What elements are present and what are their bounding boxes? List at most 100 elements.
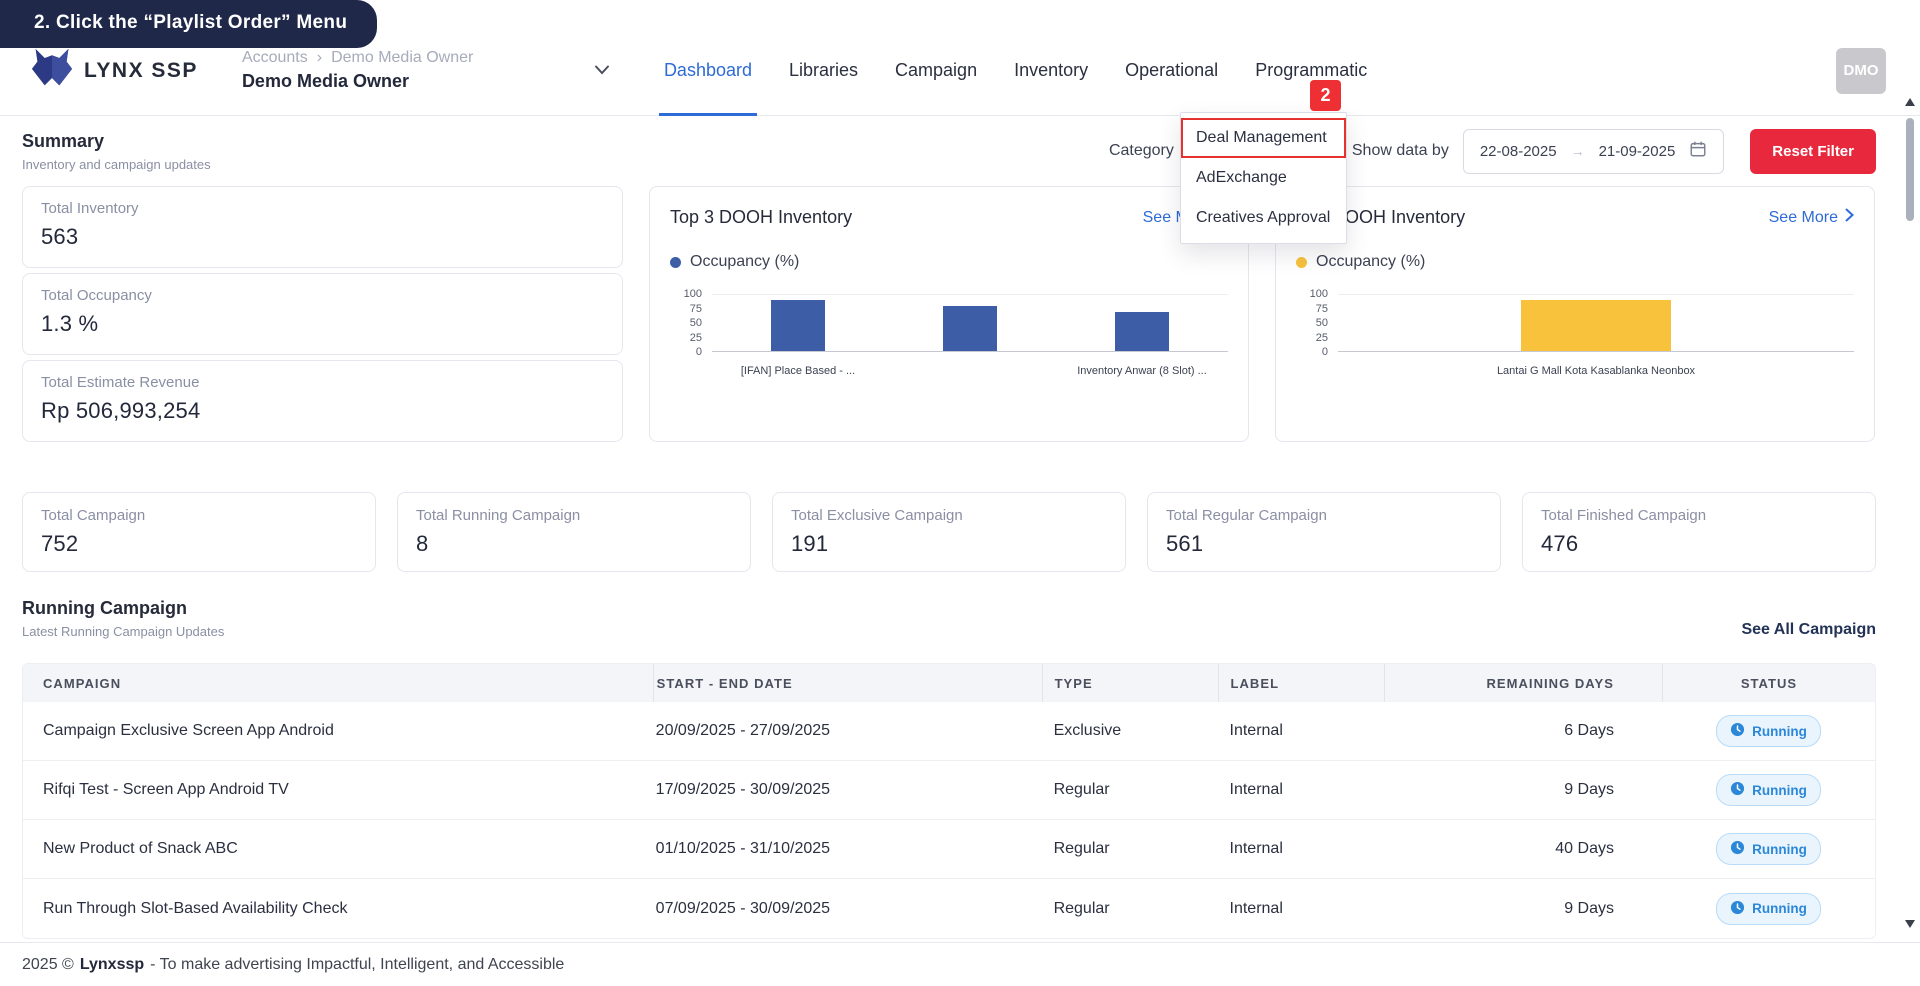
cell-status: Running (1662, 833, 1875, 865)
table-row: Run Through Slot-Based Availability Chec… (23, 879, 1875, 938)
nav-dashboard[interactable]: Dashboard (658, 26, 758, 116)
kpi-value: Rp 506,993,254 (41, 398, 201, 423)
kpi-label: Total Inventory (41, 200, 139, 217)
stat-label: Total Regular Campaign (1166, 507, 1327, 524)
stat-total-finished-campaign: Total Finished Campaign 476 (1522, 492, 1876, 572)
table-row: New Product of Snack ABC 01/10/2025 - 31… (23, 820, 1875, 879)
y-axis: 100 75 50 25 0 (1309, 288, 1328, 358)
cell-type: Regular (1053, 781, 1110, 798)
bar-chart: 100 75 50 25 0 (670, 288, 1228, 358)
cell-campaign: Rifqi Test - Screen App Android TV (43, 781, 289, 798)
reset-filter-button[interactable]: Reset Filter (1750, 128, 1876, 174)
legend-label: Occupancy (%) (1316, 253, 1426, 270)
cell-label: Internal (1229, 722, 1283, 739)
chart-card-dooh-inventory: Top 3 DOOH Inventory See More Occupancy … (649, 186, 1249, 442)
cell-dates: 20/09/2025 - 27/09/2025 (655, 722, 831, 739)
chart-legend: Occupancy (%) (1296, 253, 1854, 271)
nav-libraries[interactable]: Libraries (789, 26, 858, 115)
stat-value: 476 (1541, 531, 1579, 556)
cell-dates: 07/09/2025 - 30/09/2025 (655, 899, 831, 917)
logo-text: LYNX SSP (84, 58, 198, 82)
table-row: Campaign Exclusive Screen App Android 20… (23, 702, 1875, 761)
menu-item-adexchange[interactable]: AdExchange (1181, 158, 1346, 198)
clock-icon (1730, 840, 1745, 858)
clock-icon (1730, 722, 1745, 740)
col-header-remaining-days[interactable]: REMAINING DAYS (1384, 664, 1662, 702)
col-header-status[interactable]: STATUS (1661, 664, 1875, 702)
nav-operational[interactable]: Operational (1125, 26, 1218, 115)
table-header-row: CAMPAIGN START - END DATE TYPE LABEL REM… (23, 664, 1875, 702)
breadcrumb-current: Demo Media Owner (331, 49, 474, 66)
campaign-stats-row: Total Campaign 752 Total Running Campaig… (22, 492, 1876, 572)
nav-campaign[interactable]: Campaign (895, 26, 977, 115)
col-header-type[interactable]: TYPE (1041, 664, 1218, 702)
breadcrumb-root[interactable]: Accounts (242, 49, 308, 67)
vertical-scrollbar[interactable] (1902, 98, 1918, 928)
stat-label: Total Campaign (41, 507, 146, 524)
cell-status: Running (1662, 715, 1875, 747)
running-campaign-title: Running Campaign (22, 598, 187, 618)
chevron-right-icon (1845, 208, 1854, 227)
menu-item-deal-management[interactable]: Deal Management (1181, 118, 1346, 158)
kpi-column: Total Inventory 563 Total Occupancy 1.3 … (22, 186, 623, 442)
summary-filter-bar: Summary Inventory and campaign updates C… (22, 128, 1876, 174)
nav-inventory[interactable]: Inventory (1014, 26, 1088, 115)
bar (1521, 300, 1671, 351)
stat-total-exclusive-campaign: Total Exclusive Campaign 191 (772, 492, 1126, 572)
cell-type: Regular (1053, 899, 1110, 917)
menu-item-creatives-approval[interactable]: Creatives Approval (1181, 198, 1346, 238)
bar (943, 305, 997, 351)
kpi-value: 1.3 % (41, 311, 99, 336)
clock-icon (1730, 900, 1745, 918)
account-switcher[interactable]: Accounts › Demo Media Owner Demo Media O… (242, 49, 610, 92)
user-avatar[interactable]: DMO (1836, 47, 1886, 94)
step-callout: 2. Click the “Playlist Order” Menu (0, 0, 378, 48)
stat-value: 561 (1166, 531, 1204, 556)
col-header-dates[interactable]: START - END DATE (652, 664, 1042, 702)
legend-dot (670, 256, 681, 268)
cell-campaign: New Product of Snack ABC (43, 840, 238, 857)
kpi-label: Total Occupancy (41, 287, 152, 304)
legend-dot (1296, 256, 1307, 268)
page-footer: 2025 © Lynxssp - To make advertising Imp… (0, 942, 1920, 986)
chevron-down-icon (594, 62, 610, 80)
chart-legend: Occupancy (%) (670, 253, 1228, 271)
cell-status: Running (1662, 774, 1875, 806)
stat-value: 191 (791, 531, 829, 556)
stat-label: Total Exclusive Campaign (791, 507, 963, 524)
app-logo[interactable]: LYNX SSP (30, 47, 198, 94)
cell-campaign: Campaign Exclusive Screen App Android (43, 722, 334, 739)
col-header-campaign[interactable]: CAMPAIGN (23, 664, 653, 702)
table-row: Rifqi Test - Screen App Android TV 17/09… (23, 761, 1875, 820)
kpi-total-occupancy: Total Occupancy 1.3 % (22, 273, 623, 355)
col-header-label[interactable]: LABEL (1217, 664, 1385, 702)
footer-tagline: - To make advertising Impactful, Intelli… (150, 955, 565, 973)
main-nav: Dashboard Libraries Campaign Inventory O… (658, 26, 1367, 116)
cell-label: Internal (1229, 899, 1283, 917)
cell-remaining-days: 6 Days (1564, 722, 1614, 739)
date-range-arrow-icon: → (1570, 143, 1585, 159)
cell-remaining-days: 40 Days (1555, 840, 1614, 857)
date-range-picker[interactable]: 22-08-2025 → 21-09-2025 (1462, 128, 1725, 174)
legend-label: Occupancy (%) (690, 253, 800, 270)
chart-title: Top 3 DOOH Inventory (670, 207, 853, 227)
summary-subtitle: Inventory and campaign updates (22, 156, 211, 172)
summary-grid: Total Inventory 563 Total Occupancy 1.3 … (22, 186, 1876, 442)
kpi-total-inventory: Total Inventory 563 (22, 186, 623, 268)
cell-label: Internal (1229, 840, 1283, 857)
cell-remaining-days: 9 Days (1564, 899, 1614, 917)
chart-card-ooh-inventory: Top 3 OOH Inventory See More Occupancy (… (1275, 186, 1875, 442)
status-badge: Running (1716, 892, 1821, 925)
main-content: Summary Inventory and campaign updates C… (0, 116, 1920, 939)
scrollbar-thumb[interactable] (1906, 118, 1914, 221)
date-to: 21-09-2025 (1598, 142, 1676, 160)
scroll-down-arrow[interactable] (1905, 920, 1915, 928)
bar (1115, 311, 1169, 351)
bar-chart: 100 75 50 25 0 (1296, 288, 1854, 358)
stat-value: 752 (41, 531, 79, 556)
scroll-up-arrow[interactable] (1905, 98, 1915, 106)
see-more-link[interactable]: See More (1769, 208, 1854, 227)
see-all-campaign-link[interactable]: See All Campaign (1741, 621, 1876, 639)
category-label: Category (1108, 142, 1174, 159)
stat-total-regular-campaign: Total Regular Campaign 561 (1147, 492, 1501, 572)
